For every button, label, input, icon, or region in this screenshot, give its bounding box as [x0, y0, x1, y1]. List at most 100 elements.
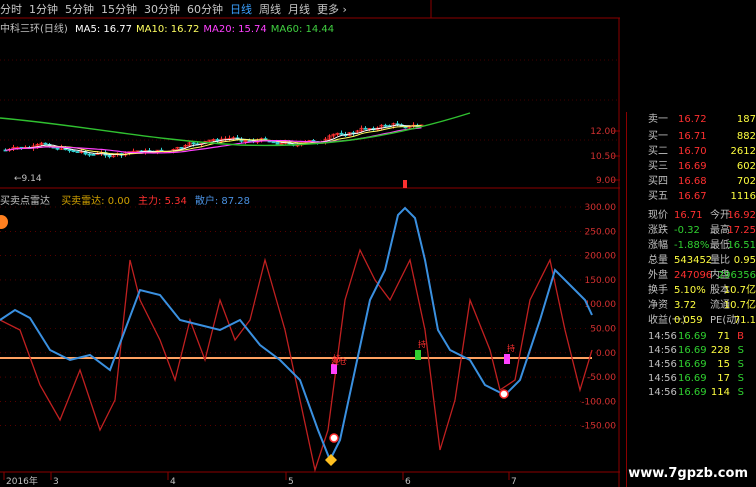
tab-3[interactable]: 15分钟 — [101, 1, 137, 17]
x-axis-label: 2016年 — [6, 475, 38, 487]
indicator-y-tick: 300.00 — [585, 203, 617, 213]
ask-label: 卖一 — [648, 114, 668, 125]
stat-label: 外盘 — [648, 270, 668, 281]
stat-label: 现价 — [648, 210, 668, 221]
bid-price: 16.68 — [678, 176, 707, 187]
indicator-y-tick: 150.00 — [585, 276, 617, 286]
stat-value: 16.92 — [727, 210, 756, 221]
stat-value: 71.1 — [733, 315, 756, 326]
indicator-title: 买卖点雷达 — [0, 196, 50, 207]
signal-bar — [504, 354, 510, 364]
ma-legend-item: MA10: 16.72 — [136, 24, 200, 35]
main-y-tick: 10.50 — [590, 152, 616, 162]
ma-legend-item: MA60: 14.44 — [270, 24, 335, 35]
stat-label: 量比 — [710, 255, 730, 266]
stat-value: 5.10% — [674, 285, 706, 296]
tick-time: 14:56 — [648, 387, 677, 398]
signal-label: 持 — [418, 339, 426, 349]
kline-chart[interactable]: 12.0010.509.00300.00250.00200.00150.0010… — [0, 0, 620, 487]
ma-lines: ←9.14 — [0, 112, 471, 184]
stat-value: 16.51 — [727, 240, 756, 251]
ask-volume: 187 — [736, 114, 756, 125]
x-axis-label: 3 — [53, 477, 59, 487]
stat-value: 0.95 — [733, 255, 756, 266]
bid-volume: 2612 — [730, 146, 756, 157]
indicator-y-tick: -50.00 — [587, 373, 616, 383]
bid-price: 16.69 — [678, 161, 707, 172]
buy-point-marker — [499, 389, 509, 399]
stat-value: 296356 — [717, 270, 756, 281]
stat-value: 0.059 — [674, 315, 703, 326]
tick-price: 16.69 — [678, 373, 707, 384]
tick-price: 16.69 — [678, 359, 707, 370]
indicator-y-tick: -150.00 — [581, 422, 616, 432]
bid-label: 买四 — [648, 176, 668, 187]
tab-5[interactable]: 60分钟 — [187, 1, 223, 17]
bid-label: 买二 — [648, 146, 668, 157]
stat-value: 247096 — [674, 270, 713, 281]
tick-volume: 15 — [717, 359, 730, 370]
tick-time: 14:56 — [648, 331, 677, 342]
main-y-tick: 12.00 — [590, 127, 616, 137]
buy-point-marker — [329, 433, 339, 443]
buildup-label: 建仓 — [331, 356, 347, 366]
signal-bar — [415, 350, 421, 360]
indicator-legend-item: 主力: 5.34 — [138, 196, 187, 207]
tick-volume: 228 — [710, 345, 730, 356]
tab-9[interactable]: 更多 › — [317, 1, 347, 17]
bid-label: 买三 — [648, 161, 668, 172]
orange-dot-icon — [0, 215, 8, 229]
tick-side: S — [737, 345, 744, 356]
stat-label: 总量 — [648, 255, 668, 266]
indicator-y-tick: 0.00 — [596, 349, 616, 359]
tick-price: 16.69 — [678, 345, 707, 356]
stat-value: 17.25 — [727, 225, 756, 236]
stat-value: 3.72 — [674, 300, 697, 311]
tick-time: 14:56 — [648, 345, 677, 356]
stat-value: 16.71 — [674, 210, 703, 221]
bid-price: 16.71 — [678, 131, 707, 142]
x-axis-label: 4 — [170, 477, 176, 487]
tab-4[interactable]: 30分钟 — [144, 1, 180, 17]
stat-label: 净资 — [648, 300, 668, 311]
bid-label: 买五 — [648, 191, 668, 202]
x-axis-label: 6 — [405, 477, 411, 487]
indicator-lines — [0, 206, 593, 473]
tick-volume: 114 — [710, 387, 730, 398]
indicator-legend: 买卖点雷达 买卖雷达: 0.00 主力: 5.34 散户: 87.28 — [0, 192, 258, 207]
bid-volume: 602 — [736, 161, 756, 172]
tab-0[interactable]: 分时 — [0, 1, 22, 17]
stat-value: -0.32 — [674, 225, 700, 236]
tab-6[interactable]: 日线 — [230, 1, 252, 17]
stat-label: 涨幅 — [648, 240, 668, 251]
diamond-marker — [325, 454, 337, 466]
tab-2[interactable]: 5分钟 — [65, 1, 94, 17]
bid-price: 16.70 — [678, 146, 707, 157]
signal-label: 持 — [507, 343, 515, 353]
stat-value: -1.88% — [674, 240, 710, 251]
tick-volume: 71 — [717, 331, 730, 342]
tick-time: 14:56 — [648, 359, 677, 370]
tick-volume: 17 — [717, 373, 730, 384]
indicator-y-tick: -100.00 — [581, 397, 616, 407]
stat-label: 涨跌 — [648, 225, 668, 236]
candlesticks — [3, 120, 424, 159]
ma-legend-item: MA20: 15.74 — [203, 24, 267, 35]
tab-8[interactable]: 月线 — [288, 1, 310, 17]
ask-price: 16.72 — [678, 114, 707, 125]
tick-side: S — [737, 373, 744, 384]
tick-time: 14:56 — [648, 373, 677, 384]
indicator-y-tick: 250.00 — [585, 227, 617, 237]
bid-label: 买一 — [648, 131, 668, 142]
indicator-legend-item: 散户: 87.28 — [194, 196, 251, 207]
period-tabs: 分时 1分钟 5分钟 15分钟 30分钟 60分钟 日线 周线 月线 更多 › — [0, 0, 620, 18]
indicator-signals: 持持 持建仓 — [0, 180, 515, 466]
tab-1[interactable]: 1分钟 — [29, 1, 58, 17]
watermark: www.7gpzb.com — [628, 466, 748, 481]
x-axis-label: 7 — [511, 477, 517, 487]
bid-volume: 1116 — [730, 191, 756, 202]
ma-legend: 中科三环(日线) MA5: 16.77 MA10: 16.72 MA20: 15.7… — [0, 20, 338, 35]
tab-7[interactable]: 周线 — [259, 1, 281, 17]
stat-label: 换手 — [648, 285, 668, 296]
indicator-legend-item: 买卖雷达: 0.00 — [61, 196, 131, 207]
